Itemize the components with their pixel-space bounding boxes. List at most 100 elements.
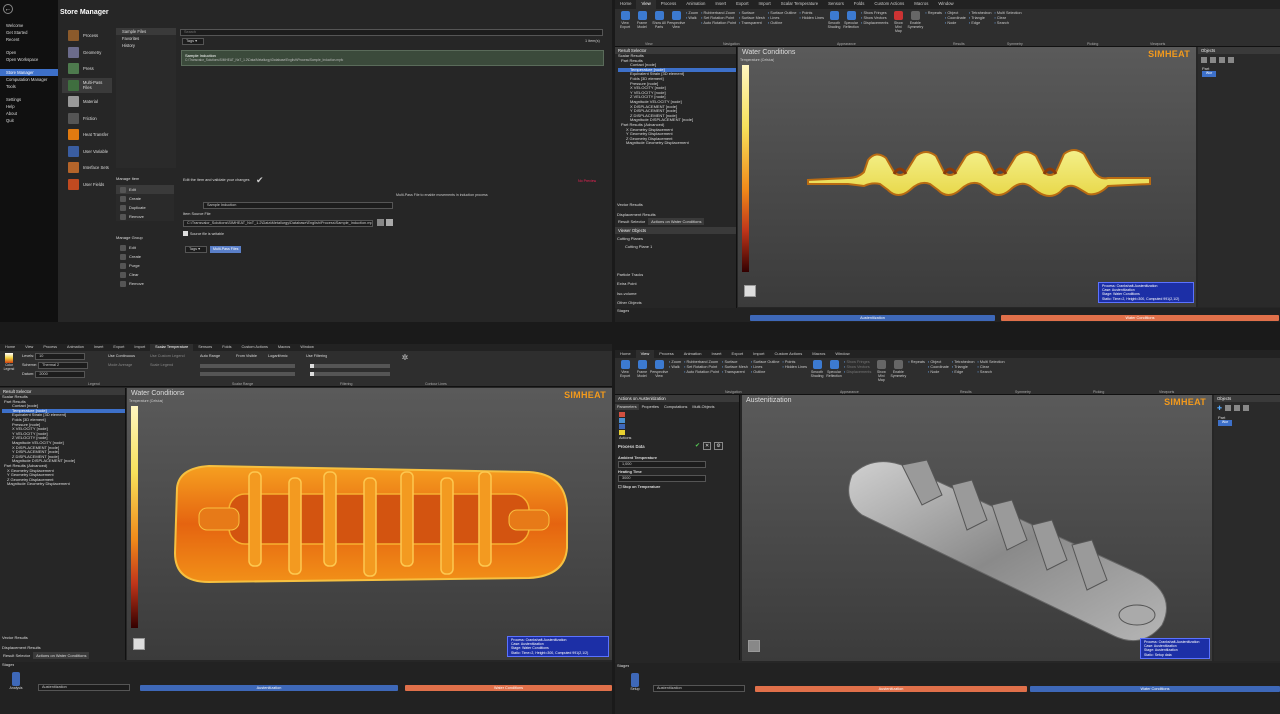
tab-sensors[interactable]: Sensors (193, 344, 217, 351)
clear-selection[interactable]: Clear (995, 16, 1022, 20)
show-mini-map-button[interactable]: Show Mini Map (891, 11, 905, 44)
tab-result-selector[interactable]: Result Selector (615, 218, 648, 225)
tab-scalar-temperature[interactable]: Scalar Temperature (150, 344, 194, 351)
multi-selection[interactable]: Multi Selection (978, 360, 1005, 364)
category-user-variable[interactable]: User Variable (62, 144, 112, 159)
tab-process[interactable]: Process (654, 350, 678, 358)
slider-handle[interactable] (310, 364, 314, 368)
obj-tool-icon[interactable] (1210, 57, 1216, 63)
pick-object[interactable]: Object (945, 11, 966, 15)
enable-symmetry-button[interactable]: Enable Symmetry (890, 360, 906, 392)
action-icon-red[interactable] (619, 412, 625, 417)
tab-macros[interactable]: Macros (807, 350, 830, 358)
tab-animation[interactable]: Animation (679, 350, 707, 358)
repeats-field[interactable]: Repeats (908, 360, 925, 364)
outline-button[interactable]: Outline (768, 21, 797, 25)
clear-selection[interactable]: Clear (978, 365, 1005, 369)
multi-selection[interactable]: Multi Selection (995, 11, 1022, 15)
tab-import[interactable]: Import (129, 344, 150, 351)
folder-favorites[interactable]: Favorites (116, 35, 176, 42)
rubberband-zoom-button[interactable]: Rubberband Zoom (684, 360, 719, 364)
hidden-lines-button[interactable]: Hidden Lines (799, 16, 824, 20)
contour-lines-button[interactable]: ✲ (398, 353, 412, 362)
item-card[interactable]: Sample Induction C:\Transvalor_Solutions… (181, 50, 604, 66)
view-cube-icon[interactable] (744, 285, 756, 297)
pick-coordinate[interactable]: Coordinate (928, 365, 949, 369)
stage-water-conditions[interactable]: Water Conditions (1001, 315, 1279, 321)
pick-object[interactable]: Object (928, 360, 949, 364)
show-fringes-button[interactable]: Show Fringes (844, 360, 871, 364)
tab-custom-actions[interactable]: Custom Actions (869, 0, 909, 9)
tab-view[interactable]: View (635, 350, 655, 358)
back-arrow-icon[interactable]: ← (3, 4, 13, 14)
remove-item-button[interactable]: Remove (116, 212, 174, 221)
apply-check-icon[interactable]: ✔ (695, 442, 700, 450)
mode-average-check[interactable]: Mode Average (108, 363, 132, 367)
obj-tool-icon[interactable] (1201, 57, 1207, 63)
ambient-temp-field[interactable]: 1,000 (618, 461, 706, 468)
clear-group-button[interactable]: Clear (116, 270, 174, 279)
tab-multi-objects[interactable]: Multi-Objects (690, 404, 716, 410)
tab-export[interactable]: Export (731, 0, 753, 9)
tab-macros[interactable]: Macros (909, 0, 933, 9)
category-press[interactable]: Press (62, 61, 112, 76)
tags-dropdown[interactable]: Tags ▾ (182, 38, 204, 45)
hidden-lines-button[interactable]: Hidden Lines (782, 365, 807, 369)
obj-tool-icon[interactable] (1225, 405, 1232, 411)
outline-button[interactable]: Outline (751, 370, 780, 374)
work-chip[interactable]: Wor (1202, 71, 1216, 77)
obj-tool-icon[interactable] (1228, 57, 1234, 63)
datum-field[interactable]: 2000 (35, 371, 86, 378)
use-filtering-check[interactable]: Use Filtering (306, 354, 327, 358)
specular-reflection-button[interactable]: Specular Reflection (843, 11, 859, 44)
nav-store-manager[interactable]: Store Manager (0, 69, 58, 76)
tab-macros[interactable]: Macros (273, 344, 295, 351)
show-vectors-button[interactable]: Show Vectors (844, 365, 871, 369)
walk-button[interactable]: Walk (686, 16, 698, 20)
stage-select[interactable]: Austenitization (38, 684, 130, 691)
stage-austenitization[interactable]: Austenitization (140, 685, 398, 691)
action-icon-yellow[interactable] (619, 430, 625, 435)
category-process[interactable]: Process (62, 28, 112, 43)
obj-tool-icon[interactable] (1219, 57, 1225, 63)
tab-home[interactable]: Home (615, 350, 636, 358)
obj-tool-icon[interactable] (1243, 405, 1250, 411)
category-user-fields[interactable]: User Fields (62, 177, 112, 192)
remove-group-button[interactable]: Remove (116, 279, 174, 288)
viewport-top[interactable]: Water Conditions SIMHEAT Temperature (Ce… (738, 47, 1196, 307)
scale-legend-check[interactable]: Scale Legend (150, 363, 173, 367)
tab-window[interactable]: Window (933, 0, 958, 9)
save-icon[interactable] (386, 219, 393, 226)
nav-about[interactable]: About (0, 110, 58, 117)
view-cube-icon[interactable] (133, 638, 145, 650)
viewport-br[interactable]: Austenitization SIMHEAT Process: Cranksh… (742, 395, 1212, 661)
tab-folds[interactable]: Folds (849, 0, 870, 9)
transparent-button[interactable]: Transparent (722, 370, 748, 374)
pick-edge[interactable]: Edge (969, 21, 992, 25)
folder-open-icon[interactable] (377, 219, 384, 226)
repeats-field[interactable]: Repeats (925, 11, 942, 15)
auto-range-check[interactable]: Auto Range (200, 354, 220, 358)
nav-help[interactable]: Help (0, 103, 58, 110)
scheme-select[interactable]: Thermal 2 (38, 362, 89, 369)
category-material[interactable]: Material (62, 94, 112, 109)
stage-austenitization[interactable]: Austenitization (750, 315, 995, 321)
surface-mesh-button[interactable]: Surface Mesh (739, 16, 764, 20)
displacements-button[interactable]: Displacements (844, 370, 871, 374)
pick-edge[interactable]: Edge (952, 370, 975, 374)
tab-export[interactable]: Export (108, 344, 129, 351)
smooth-shading-button[interactable]: Smooth Shading (827, 11, 841, 44)
points-button[interactable]: Points (799, 11, 824, 15)
category-heat-transfer[interactable]: Heat Transfer (62, 127, 112, 142)
duplicate-item-button[interactable]: Duplicate (116, 203, 174, 212)
tab-sensors[interactable]: Sensors (823, 0, 849, 9)
search-input[interactable]: Search (180, 29, 603, 36)
pick-triangle[interactable]: Triangle (969, 16, 992, 20)
smooth-shading-button[interactable]: Smooth Shading (810, 360, 824, 392)
use-continuous-check[interactable]: Use Continuous (108, 354, 135, 358)
action-icon-blue[interactable] (619, 424, 625, 429)
pick-node[interactable]: Node (928, 370, 949, 374)
enable-symmetry-button[interactable]: Enable Symmetry (907, 11, 923, 44)
tab-window[interactable]: Window (295, 344, 319, 351)
stage-water-conditions[interactable]: Water Conditions (405, 685, 612, 691)
